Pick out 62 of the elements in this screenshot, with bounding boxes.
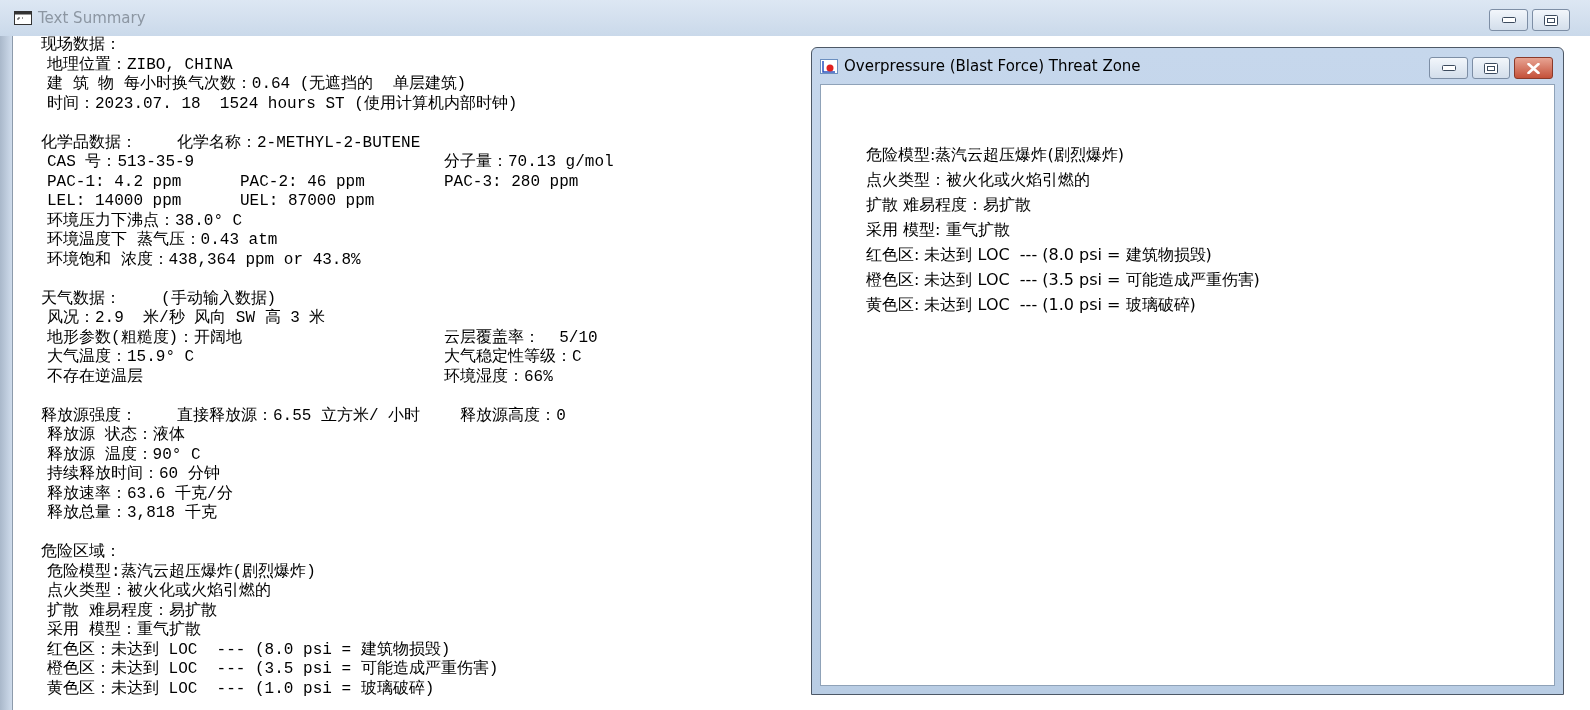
data-text: 橙色区：未达到 LOC --- (3.5 psi = 可能造成严重伤害) bbox=[47, 660, 499, 679]
data-text: UEL: 87000 ppm bbox=[240, 192, 375, 212]
window-title: Overpressure (Blast Force) Threat Zone bbox=[844, 57, 1141, 75]
data-text: 黄色区：未达到 LOC --- (1.0 psi = 玻璃破碎) bbox=[47, 679, 435, 699]
data-text: 扩散 难易程度：易扩散 bbox=[47, 601, 217, 620]
data-text: 大气稳定性等级：C bbox=[444, 348, 582, 367]
close-icon bbox=[1527, 62, 1540, 74]
maximize-button[interactable] bbox=[1532, 9, 1570, 31]
data-text: 释放源 温度：90° C bbox=[47, 445, 201, 465]
section-heading: 释放源强度： bbox=[41, 406, 137, 425]
data-text: PAC-3: 280 ppm bbox=[444, 172, 579, 192]
data-text: 环境温度下 蒸气压：0.43 atm bbox=[47, 231, 278, 250]
data-text: 释放总量：3,818 千克 bbox=[47, 504, 217, 524]
section-heading: (手动输入数据) bbox=[161, 289, 277, 308]
zone-text: 点火类型：被火化或火焰引燃的 bbox=[866, 169, 1090, 191]
data-text: CAS 号：513-35-9 bbox=[47, 153, 195, 173]
data-text: 采用 模型：重气扩散 bbox=[47, 621, 201, 641]
zone-text: 红色区: 未达到 LOC --- (8.0 psi = 建筑物损毁) bbox=[866, 244, 1212, 266]
data-text: 释放源 状态：液体 bbox=[47, 426, 185, 445]
window-icon bbox=[14, 11, 32, 25]
section-heading: 化学名称：2-METHYL-2-BUTENE bbox=[177, 133, 421, 153]
section-heading: 现场数据： bbox=[41, 36, 121, 56]
data-text: 时间：2023.07. 18 1524 hours ST (使用计算机内部时钟) bbox=[47, 94, 518, 114]
maximize-icon bbox=[1544, 14, 1558, 26]
minimize-icon bbox=[1501, 17, 1516, 23]
minimize-icon bbox=[1441, 65, 1456, 71]
data-text: 环境压力下沸点：38.0° C bbox=[47, 211, 243, 230]
app-icon bbox=[820, 58, 838, 74]
maximize-button[interactable] bbox=[1472, 57, 1510, 79]
close-button[interactable] bbox=[1514, 57, 1553, 79]
section-heading: 危险区域： bbox=[41, 543, 121, 563]
data-text: 云层覆盖率： 5/10 bbox=[444, 328, 598, 348]
data-text: 环境饱和 浓度：438,364 ppm or 43.8% bbox=[47, 250, 361, 270]
data-text: 点火类型：被火化或火焰引燃的 bbox=[47, 582, 271, 601]
zone-text: 采用 模型: 重气扩散 bbox=[866, 219, 1010, 241]
zone-text: 危险模型:蒸汽云超压爆炸(剧烈爆炸) bbox=[866, 144, 1124, 166]
window-title: Text Summary bbox=[38, 9, 146, 27]
zone-text: 橙色区: 未达到 LOC --- (3.5 psi = 可能造成严重伤害) bbox=[866, 269, 1260, 291]
zone-text: 扩散 难易程度：易扩散 bbox=[866, 194, 1032, 216]
section-heading: 化学品数据： bbox=[41, 133, 137, 153]
data-text: 大气温度：15.9° C bbox=[47, 348, 195, 368]
data-text: 环境湿度：66% bbox=[444, 367, 553, 387]
data-text: PAC-2: 46 ppm bbox=[240, 172, 365, 192]
data-text: 红色区：未达到 LOC --- (8.0 psi = 建筑物损毁) bbox=[47, 640, 451, 660]
section-heading: 释放源高度：0 bbox=[460, 406, 566, 426]
data-text: LEL: 14000 ppm bbox=[47, 192, 182, 211]
data-text: 地理位置：ZIBO, CHINA bbox=[47, 55, 233, 75]
data-text: 危险模型:蒸汽云超压爆炸(剧烈爆炸) bbox=[47, 562, 316, 581]
data-text: 分子量：70.13 g/mol bbox=[444, 153, 614, 173]
data-text: PAC-1: 4.2 ppm bbox=[47, 172, 182, 192]
data-text: 释放速率：63.6 千克/分 bbox=[47, 484, 233, 504]
minimize-button[interactable] bbox=[1429, 57, 1468, 79]
data-text: 地形参数(粗糙度)：开阔地 bbox=[47, 328, 243, 347]
data-text: 持续释放时间：60 分钟 bbox=[47, 465, 220, 485]
data-text: 风况：2.9 米/秒 风向 SW 高 3 米 bbox=[47, 309, 326, 328]
section-heading: 直接释放源：6.55 立方米/ 小时 bbox=[177, 406, 421, 426]
minimize-button[interactable] bbox=[1489, 9, 1528, 31]
zone-text: 黄色区: 未达到 LOC --- (1.0 psi = 玻璃破碎) bbox=[866, 294, 1196, 316]
section-heading: 天气数据： bbox=[41, 289, 121, 309]
maximize-icon bbox=[1484, 62, 1498, 74]
data-text: 建 筑 物 每小时换气次数：0.64 (无遮挡的 单层建筑) bbox=[47, 75, 467, 95]
data-text: 不存在逆温层 bbox=[47, 367, 143, 387]
